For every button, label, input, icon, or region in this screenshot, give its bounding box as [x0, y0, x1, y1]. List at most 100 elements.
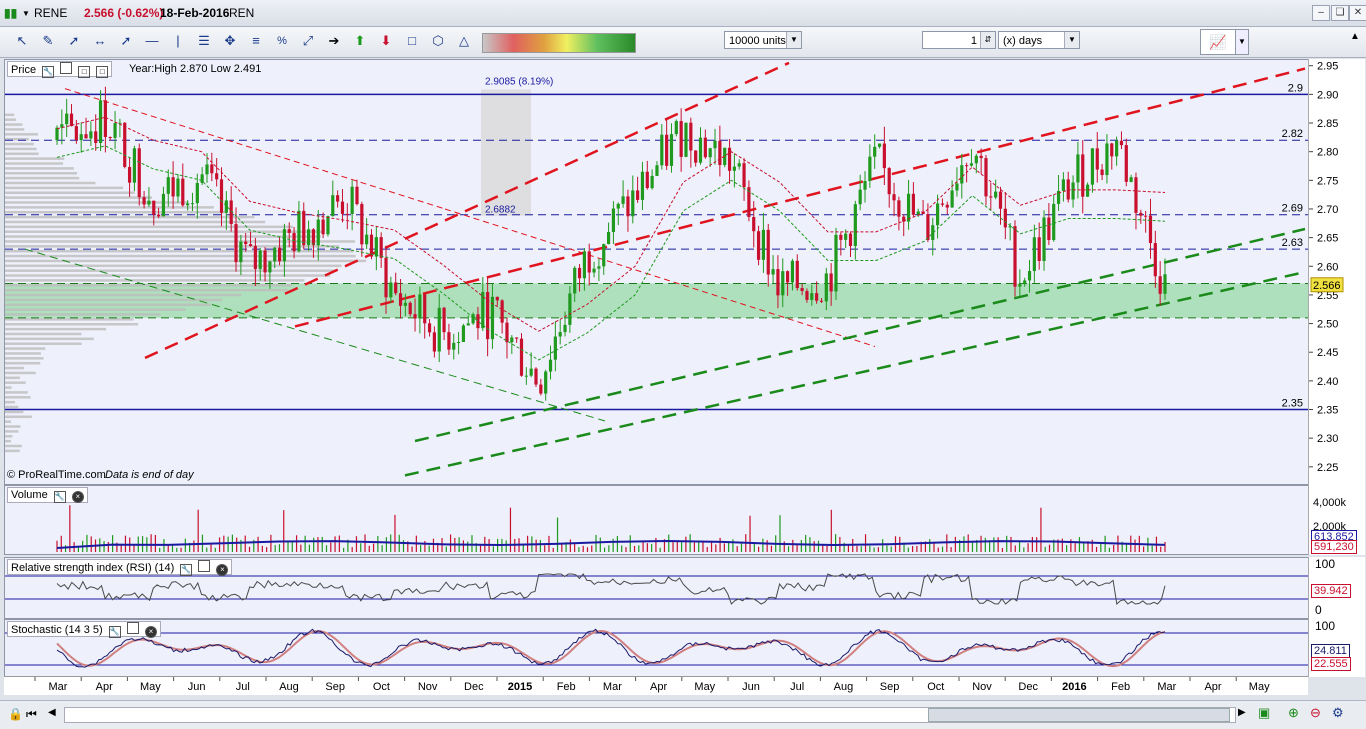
minimize-panel-icon[interactable]: □	[96, 66, 109, 78]
minimize-button[interactable]: –	[1312, 5, 1330, 21]
zoom-fit-icon[interactable]: ▣	[1258, 705, 1270, 721]
candle-body	[636, 190, 640, 200]
close-button[interactable]: ✕	[1349, 5, 1366, 21]
close-panel-icon[interactable]: ×	[71, 491, 84, 503]
vline-tool-icon[interactable]: |	[168, 31, 188, 51]
candle-body	[142, 197, 146, 205]
candle-body	[394, 282, 398, 294]
candle-body	[1110, 143, 1114, 157]
wrench-icon[interactable]: 🔧	[42, 66, 55, 78]
x-tick-label: Nov	[972, 681, 992, 693]
panel-scroll-up-icon[interactable]: ▲	[1350, 31, 1360, 42]
restore-button[interactable]: ❏	[1331, 5, 1349, 21]
color-palette[interactable]	[482, 33, 636, 53]
measure-box	[481, 89, 531, 216]
lock-icon[interactable]: 🔒	[8, 707, 23, 721]
symbol-menu-chevron-icon[interactable]: ▼	[22, 9, 30, 18]
year-range-info: Year:High 2.870 Low 2.491	[129, 63, 262, 75]
wrench-icon[interactable]: 🔧	[108, 626, 121, 638]
x-tick-label: May	[694, 681, 715, 693]
ruler-tool-icon[interactable]: ✎	[38, 31, 58, 51]
chevron-down-icon[interactable]: ▼	[1064, 32, 1079, 48]
volume-profile-bar	[5, 259, 367, 263]
rsi-y-axis: 100 39.942 0	[1308, 557, 1365, 619]
stochastic-y-axis: 100 24.811 22.555	[1308, 619, 1365, 677]
period-value-input[interactable]: 1 ⇵	[922, 31, 996, 49]
indicator-add-icon[interactable]: 📈	[1200, 29, 1236, 55]
horizontal-line-tool-icon[interactable]: ↔	[90, 31, 110, 51]
candle-body	[515, 337, 519, 339]
fibonacci-tool-icon[interactable]: ≡	[246, 31, 266, 51]
nav-left-icon[interactable]: ◀	[48, 707, 56, 718]
nav-right-icon[interactable]: ▶	[1238, 707, 1246, 718]
chevron-down-icon[interactable]: ▼	[786, 32, 801, 48]
toolbar: ↖ ✎ ➚ ↔ ➚ — | ☰ ✥ ≡ % ⤢ ➔ ⬆ ⬇ □ ⬡ △ 1000…	[0, 27, 1366, 58]
y-tick-label: 2.85	[1317, 118, 1338, 130]
candle-body	[1134, 177, 1138, 213]
channel-tool-icon[interactable]: ☰	[194, 31, 214, 51]
percent-tool-icon[interactable]: %	[272, 31, 292, 51]
window-icon[interactable]	[198, 560, 211, 572]
trendline-tool-icon[interactable]: ➚	[64, 31, 84, 51]
zoom-in-icon[interactable]: ⊕	[1288, 705, 1299, 721]
rectangle-tool-icon[interactable]: □	[402, 31, 422, 51]
zoom-tool-icon[interactable]: ⤢	[298, 31, 318, 51]
indicator-menu-chevron-icon[interactable]: ▼	[1235, 29, 1249, 55]
candle-body	[1100, 169, 1104, 176]
candle-body	[302, 210, 306, 246]
volume-profile-bar	[5, 376, 20, 380]
hline-tool-icon[interactable]: —	[142, 31, 162, 51]
units-select[interactable]: 10000 units ▼	[724, 31, 802, 49]
candle-body	[1129, 177, 1133, 182]
settings-icon[interactable]: ⚙	[1332, 705, 1344, 721]
credit-text: © ProRealTime.com	[7, 469, 106, 481]
triangle-tool-icon[interactable]: △	[454, 31, 474, 51]
wrench-icon[interactable]: 🔧	[180, 564, 193, 576]
polyline-tool-icon[interactable]: ⬡	[428, 31, 448, 51]
candle-body	[684, 122, 688, 157]
x-tick-label: Sep	[880, 681, 900, 693]
nav-start-icon[interactable]: ⏮	[26, 707, 37, 722]
candle-body	[1119, 140, 1124, 146]
scrollbar-thumb[interactable]	[928, 708, 1230, 722]
close-panel-icon[interactable]: ×	[216, 564, 229, 576]
arrow-right-icon[interactable]: ➔	[324, 31, 344, 51]
volume-profile-bar	[5, 186, 123, 190]
candle-body	[253, 245, 257, 269]
candle-body	[1013, 226, 1017, 287]
volume-profile-bar	[5, 449, 20, 453]
window-icon[interactable]	[60, 62, 73, 74]
candle-body	[606, 231, 611, 245]
candle-body	[118, 122, 122, 124]
x-tick-label: Mar	[1157, 681, 1176, 693]
maximize-icon[interactable]: □	[78, 66, 91, 78]
volume-profile-bar	[5, 293, 242, 297]
period-unit-select[interactable]: (x) days ▼	[998, 31, 1080, 49]
symbol-label[interactable]: RENE	[34, 6, 67, 20]
buy-arrow-icon[interactable]: ⬆	[350, 31, 370, 51]
wrench-icon[interactable]: 🔧	[53, 491, 66, 503]
sell-arrow-icon[interactable]: ⬇	[376, 31, 396, 51]
candle-body	[568, 293, 572, 325]
ray-tool-icon[interactable]: ➚	[116, 31, 136, 51]
close-panel-icon[interactable]: ×	[144, 626, 157, 638]
candle-body	[756, 231, 761, 260]
window-icon[interactable]	[126, 622, 139, 634]
zoom-out-icon[interactable]: ⊖	[1310, 705, 1321, 721]
fan-tool-icon[interactable]: ✥	[220, 31, 240, 51]
candle-body	[548, 359, 553, 372]
volume-profile-bar	[5, 347, 46, 350]
volume-profile-bar	[5, 405, 19, 409]
chart-type-icon[interactable]: ▮▮	[4, 6, 17, 20]
pointer-tool-icon[interactable]: ↖	[12, 31, 32, 51]
candle-body	[210, 164, 214, 174]
candle-body	[795, 260, 799, 289]
volume-profile-bar	[5, 318, 134, 321]
candle-body	[1008, 226, 1012, 228]
candle-body	[427, 323, 432, 333]
stochastic-panel-header: Stochastic (14 3 5) 🔧 ×	[7, 621, 161, 638]
candle-body	[510, 337, 514, 343]
stepper-icon[interactable]: ⇵	[980, 32, 995, 48]
volume-profile-bar	[5, 142, 34, 146]
volume-value: 591,230	[1311, 540, 1357, 554]
